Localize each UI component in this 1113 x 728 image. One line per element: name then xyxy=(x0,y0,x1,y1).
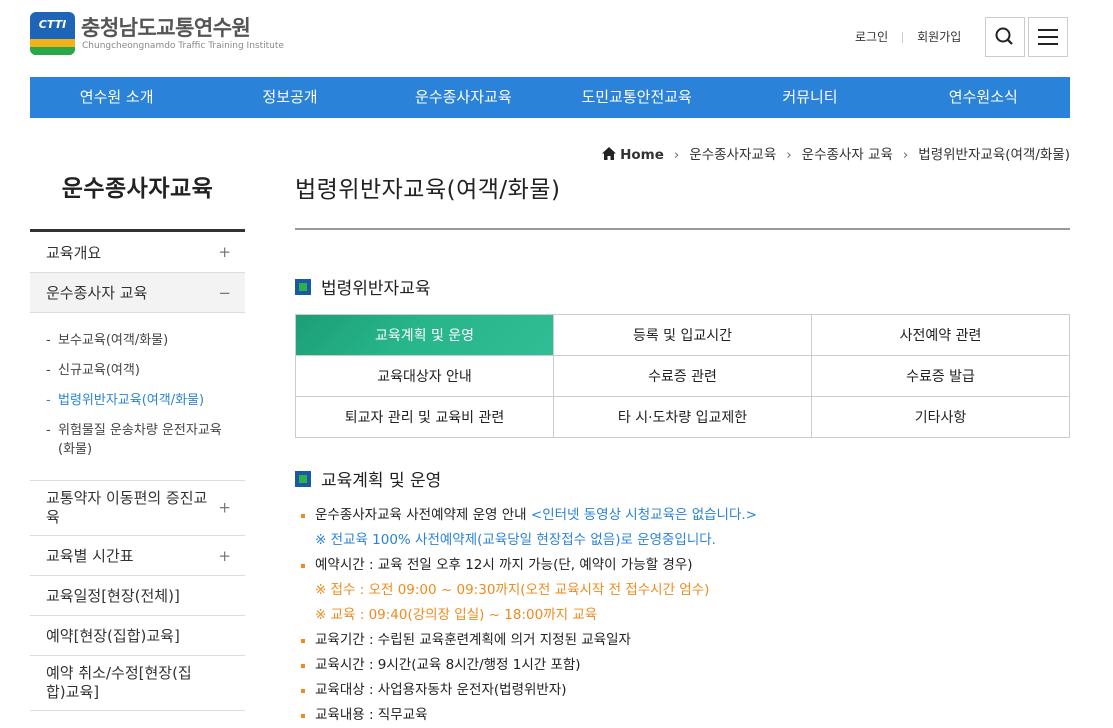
nav-item-news[interactable]: 연수원소식 xyxy=(897,77,1070,118)
breadcrumb-home[interactable]: Home xyxy=(620,147,664,163)
sidebar-item-label: 예약[현장(집합)교육] xyxy=(46,627,180,645)
submenu-item-active[interactable]: 법령위반자교육(여객/화물) xyxy=(46,391,245,410)
tab-plan-operation[interactable]: 교육계획 및 운영 xyxy=(296,315,554,356)
nav-item-disclosure[interactable]: 정보공개 xyxy=(203,77,376,118)
sidebar-item-label: 교육개요 xyxy=(46,243,102,262)
tab-target-guide[interactable]: 교육대상자 안내 xyxy=(296,356,554,397)
tab-reservation[interactable]: 사전예약 관련 xyxy=(812,315,1070,356)
sidebar-item-label: 교육일정[현장(전체)] xyxy=(46,587,180,605)
plus-icon: + xyxy=(218,243,231,261)
sidebar-item-label: 운수종사자 교육 xyxy=(46,284,148,302)
info-list: 운수종사자교육 사전예약제 운영 안내 <인터넷 동영상 시청교육은 없습니다.… xyxy=(295,503,1070,728)
main-content: 법령위반자교육(여객/화물) 법령위반자교육 교육계획 및 운영 등록 및 입교… xyxy=(295,170,1070,728)
sidebar-item-schedule[interactable]: 교육일정[현장(전체)] xyxy=(30,576,245,616)
sidebar-item-overview[interactable]: 교육개요 + xyxy=(30,232,245,273)
sidebar-item-reservation-cancel[interactable]: 예약 취소/수정[현장(집합)교육] xyxy=(30,656,245,711)
note-text: ※ 교육 : 09:40(강의장 입실) ~ 18:00까지 교육 xyxy=(315,607,598,623)
breadcrumb-item[interactable]: 운수종사자교육 xyxy=(689,147,776,163)
section-heading: 법령위반자교육 xyxy=(295,274,1070,299)
list-item: 교육기간 : 수립된 교육훈련계획에 의거 지정된 교육일자 xyxy=(295,628,1070,653)
sidebar-item-label: 교통약자 이동편의 증진교육 xyxy=(46,489,208,526)
chevron-right-icon: › xyxy=(673,147,680,163)
breadcrumb-item[interactable]: 운수종사자 교육 xyxy=(802,147,893,163)
list-item: 교육대상 : 사업용자동차 운전자(법령위반자) xyxy=(295,678,1070,703)
nav-item-about[interactable]: 연수원 소개 xyxy=(30,77,203,118)
sidebar-title: 운수종사자교육 xyxy=(30,160,245,232)
list-item: 교육시간 : 9시간(교육 8시간/행정 1시간 포함) xyxy=(295,653,1070,678)
list-item: 예약시간 : 교육 전일 오후 12시 까지 가능(단, 예약이 가능할 경우) xyxy=(295,553,1070,578)
logo-title: 충청남도교통연수원 xyxy=(81,16,251,40)
breadcrumb: Home › 운수종사자교육 › 운수종사자 교육 › 법령위반자교육(여객/화물) xyxy=(601,143,1070,163)
sidebar-submenu: 보수교육(여객/화물) 신규교육(여객) 법령위반자교육(여객/화물) 위험물질… xyxy=(30,313,245,481)
list-item: 교육내용 : 직무교육 xyxy=(295,703,1070,728)
login-link[interactable]: 로그인 xyxy=(855,30,888,44)
nav-item-driver-education[interactable]: 운수종사자교육 xyxy=(377,77,550,118)
sidebar-item-reservation[interactable]: 예약[현장(집합)교육] xyxy=(30,616,245,656)
sidebar-item-timetable[interactable]: 교육별 시간표 + xyxy=(30,536,245,576)
page-title: 법령위반자교육(여객/화물) xyxy=(295,170,1070,230)
plus-icon: + xyxy=(218,498,231,517)
breadcrumb-current: 법령위반자교육(여객/화물) xyxy=(918,147,1070,163)
content-tabs: 교육계획 및 운영 등록 및 입교시간 사전예약 관련 교육대상자 안내 수료증… xyxy=(295,314,1070,438)
chevron-right-icon: › xyxy=(902,147,909,163)
tab-certificate[interactable]: 수료증 관련 xyxy=(554,356,812,397)
chevron-right-icon: › xyxy=(786,147,792,163)
minus-icon: − xyxy=(218,283,231,302)
section-bullet-icon xyxy=(295,278,311,295)
home-icon xyxy=(601,147,616,160)
section-bullet-icon xyxy=(295,470,311,487)
signup-link[interactable]: 회원가입 xyxy=(917,30,961,44)
logo-icon: CTTI xyxy=(30,12,75,55)
divider xyxy=(902,32,904,43)
section-heading-text: 교육계획 및 운영 xyxy=(321,471,442,491)
section-heading-text: 법령위반자교육 xyxy=(321,279,431,299)
note-text: ※ 전교육 100% 사전예약제(교육당일 현장접수 없음)로 운영중입니다. xyxy=(315,532,716,548)
logo-subtitle: Chungcheongnamdo Traffic Training Instit… xyxy=(82,41,284,51)
tab-dropout-fee[interactable]: 퇴교자 관리 및 교육비 관련 xyxy=(296,397,554,438)
utility-links: 로그인 회원가입 xyxy=(855,28,961,45)
site-header: CTTI 충청남도교통연수원 Chungcheongnamdo Traffic … xyxy=(0,0,1113,77)
section-heading: 교육계획 및 운영 xyxy=(295,466,1070,491)
tab-registration-time[interactable]: 등록 및 입교시간 xyxy=(554,315,812,356)
menu-button[interactable] xyxy=(1028,17,1068,57)
tab-certificate-issue[interactable]: 수료증 발급 xyxy=(812,356,1070,397)
nav-item-citizen-safety[interactable]: 도민교통안전교육 xyxy=(550,77,723,118)
note-text: ※ 접수 : 오전 09:00 ~ 09:30까지(오전 교육시작 전 접수시간… xyxy=(315,582,710,598)
tab-etc[interactable]: 기타사항 xyxy=(812,397,1070,438)
nav-item-community[interactable]: 커뮤니티 xyxy=(723,77,896,118)
search-icon xyxy=(995,27,1013,45)
sidebar-item-label: 교육별 시간표 xyxy=(46,547,134,565)
main-nav: 연수원 소개 정보공개 운수종사자교육 도민교통안전교육 커뮤니티 연수원소식 xyxy=(30,77,1070,118)
submenu-item[interactable]: 신규교육(여객) xyxy=(46,361,245,380)
sidebar: 운수종사자교육 교육개요 + 운수종사자 교육 − 보수교육(여객/화물) 신규… xyxy=(30,160,245,711)
sidebar-item-mobility[interactable]: 교통약자 이동편의 증진교육 + xyxy=(30,481,245,536)
list-item: 운수종사자교육 사전예약제 운영 안내 <인터넷 동영상 시청교육은 없습니다.… xyxy=(295,503,1070,528)
sidebar-item-label: 예약 취소/수정[현장(집합)교육] xyxy=(46,664,192,701)
plus-icon: + xyxy=(218,546,231,565)
tab-other-region[interactable]: 타 시·도차량 입교제한 xyxy=(554,397,812,438)
hamburger-icon xyxy=(1038,29,1058,45)
submenu-item[interactable]: 보수교육(여객/화물) xyxy=(46,331,245,350)
site-logo[interactable]: CTTI 충청남도교통연수원 Chungcheongnamdo Traffic … xyxy=(30,12,310,58)
submenu-item[interactable]: 위험물질 운송차량 운전자교육(화물) xyxy=(46,421,231,459)
search-button[interactable] xyxy=(985,17,1025,57)
sidebar-item-driver-education[interactable]: 운수종사자 교육 − xyxy=(30,273,245,313)
